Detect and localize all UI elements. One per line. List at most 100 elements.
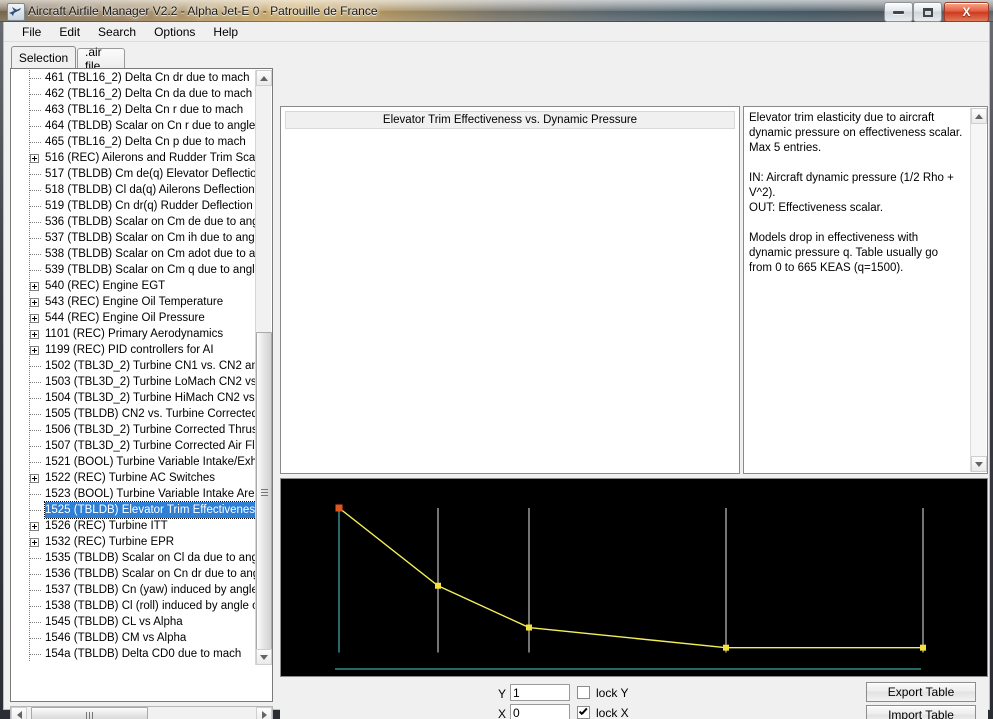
chart-point[interactable] [723,644,729,651]
tree-row[interactable]: 1502 (TBL3D_2) Turbine CN1 vs. CN2 and M [11,358,257,374]
tree-row[interactable]: 537 (TBLDB) Scalar on Cm ih due to angle… [11,230,257,246]
description-scroll-up-button[interactable] [971,108,987,124]
tree-scroll-up-button[interactable] [256,70,272,86]
y-value-input[interactable] [510,684,570,701]
maximize-button[interactable] [913,2,942,22]
tree-row[interactable]: 1522 (REC) Turbine AC Switches [11,470,257,486]
chart-plot-area[interactable] [280,478,988,677]
chevron-down-icon [975,461,983,467]
tree-row[interactable]: 538 (TBLDB) Scalar on Cm adot due to ang… [11,246,257,262]
title-bar[interactable]: Aircraft Airfile Manager V2.2 - Alpha Je… [0,0,993,22]
close-button[interactable]: X [944,2,989,22]
tree-row[interactable]: 461 (TBL16_2) Delta Cn dr due to mach [11,70,257,86]
expand-plus-icon[interactable] [30,154,39,163]
lock-y-label: lock Y [596,686,629,700]
tree-row-list: 461 (TBL16_2) Delta Cn dr due to mach 462… [11,70,257,665]
tree-row[interactable]: 544 (REC) Engine Oil Pressure [11,310,257,326]
export-table-button[interactable]: Export Table [866,682,976,702]
description-vertical-scrollbar[interactable] [970,108,987,472]
tree-row[interactable]: 1199 (REC) PID controllers for AI [11,342,257,358]
tree-row[interactable]: 1521 (BOOL) Turbine Variable Intake/Exha… [11,454,257,470]
tree-row[interactable]: 464 (TBLDB) Scalar on Cn r due to angle … [11,118,257,134]
tree-vertical-scrollbar[interactable] [255,70,272,665]
tree-row-label: 1538 (TBLDB) Cl (roll) induced by angle … [45,600,257,612]
tree-scrollbar-thumb[interactable] [256,332,272,652]
tree-row[interactable]: 1505 (TBLDB) CN2 vs. Turbine Corrected F… [11,406,257,422]
menu-help[interactable]: Help [204,23,247,41]
expand-plus-icon[interactable] [30,298,39,307]
tab-air-file[interactable]: .air file [77,45,125,73]
expand-plus-icon[interactable] [30,282,39,291]
tree-row[interactable]: 516 (REC) Ailerons and Rudder Trim Scala… [11,150,257,166]
tree-row-label: 519 (TBLDB) Cn dr(q) Rudder Deflection M… [45,200,257,212]
tree-hscrollbar-thumb[interactable] [31,707,148,719]
grip-icon [86,711,93,719]
tree-row[interactable]: 1535 (TBLDB) Scalar on Cl da due to angl… [11,550,257,566]
tree-row[interactable]: 1538 (TBLDB) Cl (roll) induced by angle … [11,598,257,614]
x-value-input[interactable] [510,704,570,719]
tree-row[interactable]: 463 (TBL16_2) Delta Cn r due to mach [11,102,257,118]
tree-row[interactable]: 154a (TBLDB) Delta CD0 due to mach [11,646,257,662]
variable-tree-panel[interactable]: 461 (TBL16_2) Delta Cn dr due to mach 462… [10,68,273,702]
tree-row[interactable]: 543 (REC) Engine Oil Temperature [11,294,257,310]
tree-row[interactable]: 1532 (REC) Turbine EPR [11,534,257,550]
tree-row[interactable]: 1545 (TBLDB) CL vs Alpha [11,614,257,630]
tree-row[interactable]: 1507 (TBL3D_2) Turbine Corrected Air Flo… [11,438,257,454]
menu-edit[interactable]: Edit [50,23,89,41]
tree-row[interactable]: 539 (TBLDB) Scalar on Cm q due to angle … [11,262,257,278]
tree-scroll-down-button[interactable] [256,649,272,665]
tab-selection[interactable]: Selection [11,46,76,68]
tree-row[interactable]: 1525 (TBLDB) Elevator Trim Effectiveness… [11,501,257,519]
expand-plus-icon[interactable] [30,346,39,355]
tree-row-label: 536 (TBLDB) Scalar on Cm de due to angle… [45,216,257,228]
tree-row[interactable]: 1101 (REC) Primary Aerodynamics [11,326,257,342]
chart-point[interactable] [920,644,926,651]
description-scroll-down-button[interactable] [971,456,987,472]
menu-file[interactable]: File [13,23,50,41]
chart-point[interactable] [526,624,532,631]
tree-row[interactable]: 1506 (TBL3D_2) Turbine Corrected Thrust … [11,422,257,438]
expand-plus-icon[interactable] [30,474,39,483]
expand-plus-icon[interactable] [30,314,39,323]
lock-y-checkbox[interactable] [577,686,590,699]
tree-row[interactable]: 465 (TBL16_2) Delta Cn p due to mach [11,134,257,150]
tree-row[interactable]: 1523 (BOOL) Turbine Variable Intake Area… [11,486,257,502]
tree-scroll-right-button[interactable] [256,707,272,719]
tree-stub-line [30,398,41,399]
tree-row-label: 516 (REC) Ailerons and Rudder Trim Scala… [45,152,257,164]
menu-search[interactable]: Search [89,23,145,41]
tree-row[interactable]: 462 (TBL16_2) Delta Cn da due to mach [11,86,257,102]
tree-row-label: 1502 (TBL3D_2) Turbine CN1 vs. CN2 and M [45,360,257,372]
tree-row[interactable]: 518 (TBLDB) Cl da(q) Ailerons Deflection… [11,182,257,198]
chevron-up-icon [260,75,268,81]
tree-row-label: 544 (REC) Engine Oil Pressure [45,312,205,324]
tree-row[interactable]: 517 (TBLDB) Cm de(q) Elevator Deflection… [11,166,257,182]
tree-row[interactable]: 1504 (TBL3D_2) Turbine HiMach CN2 vs. TH [11,390,257,406]
chart-point-selected[interactable] [335,504,343,512]
tree-row[interactable]: 1537 (TBLDB) Cn (yaw) induced by angle o… [11,582,257,598]
tree-row-label: 1101 (REC) Primary Aerodynamics [45,328,224,340]
tree-row[interactable]: 1503 (TBL3D_2) Turbine LoMach CN2 vs. TH [11,374,257,390]
expand-plus-icon[interactable] [30,538,39,547]
y-field-label: Y [498,687,507,701]
expand-plus-icon[interactable] [30,522,39,531]
expand-plus-icon[interactable] [30,330,39,339]
tree-row[interactable]: 540 (REC) Engine EGT [11,278,257,294]
menu-options[interactable]: Options [145,23,204,41]
tree-horizontal-scrollbar[interactable] [10,706,273,719]
chevron-down-icon [260,654,268,660]
tree-stub-line [30,654,41,655]
tree-row-label: 1535 (TBLDB) Scalar on Cl da due to angl… [45,552,257,564]
chart-point[interactable] [435,582,441,589]
chart-data-line [338,507,923,649]
import-table-button[interactable]: Import Table [866,705,976,719]
tree-row[interactable]: 1546 (TBLDB) CM vs Alpha [11,630,257,646]
tree-row[interactable]: 519 (TBLDB) Cn dr(q) Rudder Deflection M… [11,198,257,214]
tree-row[interactable]: 1536 (TBLDB) Scalar on Cn dr due to angl… [11,566,257,582]
tree-stub-line [30,174,41,175]
minimize-button[interactable] [884,2,913,22]
tree-scroll-left-button[interactable] [11,707,27,719]
lock-x-checkbox[interactable] [577,706,590,719]
tree-row[interactable]: 1526 (REC) Turbine ITT [11,518,257,534]
tree-row[interactable]: 536 (TBLDB) Scalar on Cm de due to angle… [11,214,257,230]
